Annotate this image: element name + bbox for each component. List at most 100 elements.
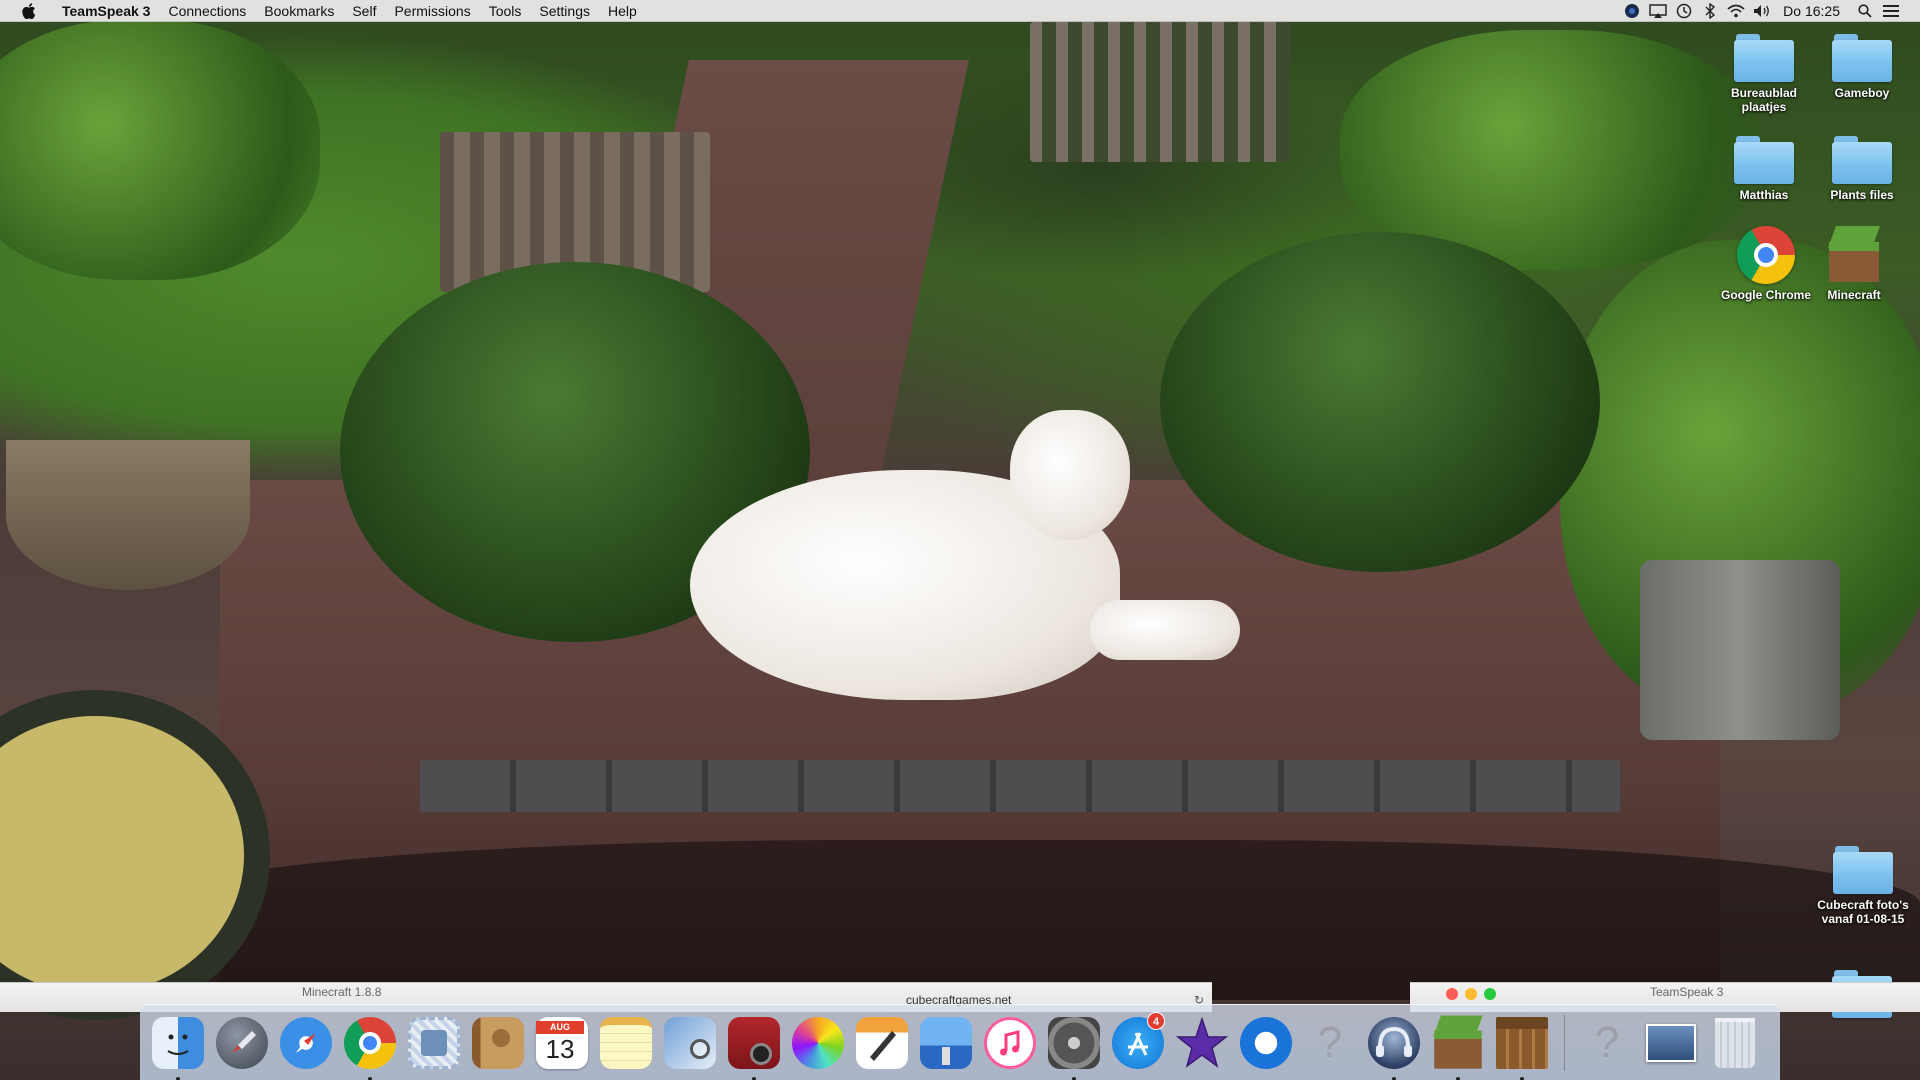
preview-photos-icon <box>664 1016 716 1069</box>
time-machine-icon[interactable] <box>1671 0 1697 22</box>
airplay-icon[interactable] <box>1645 0 1671 22</box>
dock-photos[interactable] <box>789 1014 847 1072</box>
dock-unknown-item[interactable]: ? <box>1578 1014 1636 1072</box>
minecraft-grass-block-icon <box>1430 1014 1485 1070</box>
menu-permissions[interactable]: Permissions <box>385 0 479 22</box>
foreground-shadow <box>150 840 1920 1000</box>
gear-icon <box>1048 1016 1100 1069</box>
dock-launchpad[interactable] <box>213 1014 271 1072</box>
itunes-note-icon <box>984 1016 1036 1069</box>
dock-itunes[interactable] <box>981 1014 1039 1072</box>
menu-clock[interactable]: Do 16:25 <box>1775 3 1852 19</box>
dock-imovie[interactable] <box>1173 1014 1231 1072</box>
desktop-icon-label: Cubecraft foto's vanaf 01-08-15 <box>1817 898 1909 926</box>
cobble-row <box>420 760 1620 812</box>
dock-safari[interactable] <box>277 1014 335 1072</box>
dock-preview[interactable] <box>661 1014 719 1072</box>
chrome-icon <box>1737 226 1795 284</box>
menu-tools[interactable]: Tools <box>480 0 531 22</box>
desktop-folder-cubecraft-fotos[interactable]: Cubecraft foto's vanaf 01-08-15 <box>1808 846 1918 926</box>
minecraft-grass-block-icon <box>1825 226 1883 284</box>
desktop-wallpaper <box>0 0 1920 1080</box>
trash-icon <box>1715 1017 1755 1068</box>
question-mark-icon: ? <box>1594 1017 1620 1067</box>
flower-pot <box>6 440 250 590</box>
desktop-icon-label: Minecraft <box>1827 288 1881 302</box>
wifi-icon[interactable] <box>1723 0 1749 22</box>
dock-minecraft-launcher[interactable] <box>1493 1014 1551 1080</box>
white-dog-head <box>1010 410 1130 540</box>
dock-google-chrome[interactable] <box>341 1014 399 1080</box>
dock-calendar[interactable]: AUG 13 <box>533 1014 591 1072</box>
teamspeak-window-title: TeamSpeak 3 <box>1650 985 1724 999</box>
apple-menu-icon[interactable] <box>20 2 38 20</box>
photo-booth-icon <box>728 1016 780 1069</box>
dock-minecraft[interactable] <box>1429 1014 1487 1080</box>
dock-unknown-app[interactable]: ? <box>1301 1014 1359 1072</box>
imovie-star-icon <box>1175 1016 1229 1069</box>
desktop-folder-gameboy[interactable]: Gameboy <box>1810 34 1914 100</box>
desktop-app-minecraft[interactable]: Minecraft <box>1802 226 1906 302</box>
menu-bookmarks[interactable]: Bookmarks <box>255 0 343 22</box>
dock-photo-booth[interactable] <box>725 1014 783 1080</box>
photos-flower-icon <box>792 1016 844 1069</box>
dock-notes[interactable] <box>597 1014 655 1072</box>
menu-connections[interactable]: Connections <box>159 0 255 22</box>
desktop-icon-label: Gameboy <box>1834 86 1890 100</box>
question-mark-icon: ? <box>1317 1017 1343 1067</box>
calendar-icon: AUG 13 <box>536 1016 588 1069</box>
desktop-folder-bureaublad-plaatjes[interactable]: Bureaublad plaatjes <box>1712 34 1816 114</box>
desktop-icon-label: Bureaublad plaatjes <box>1730 86 1797 114</box>
desktop-folder-matthias[interactable]: Matthias <box>1712 136 1816 202</box>
menu-help[interactable]: Help <box>599 0 646 22</box>
dock-trash[interactable] <box>1706 1014 1764 1072</box>
close-window-icon[interactable] <box>1446 988 1458 1000</box>
dock-system-preferences[interactable] <box>1045 1014 1103 1080</box>
notes-icon <box>600 1016 652 1069</box>
dock-contacts[interactable] <box>469 1014 527 1072</box>
dock-pages[interactable] <box>853 1014 911 1072</box>
teamspeak-status-icon[interactable] <box>1619 0 1645 22</box>
dock-finder[interactable] <box>149 1014 207 1080</box>
contacts-book-icon <box>472 1016 524 1069</box>
teamspeak-headset-icon <box>1368 1016 1420 1069</box>
dock-teamspeak[interactable] <box>1365 1014 1423 1080</box>
dock-separator <box>1564 1014 1565 1071</box>
chrome-icon <box>344 1016 396 1069</box>
mail-stamp-icon <box>408 1016 460 1069</box>
screenshot-stack-icon <box>1646 1023 1696 1062</box>
bluetooth-icon[interactable] <box>1697 0 1723 22</box>
dock-mail[interactable] <box>405 1014 463 1072</box>
status-area: Do 16:25 <box>1619 0 1920 22</box>
dock-keynote[interactable] <box>917 1014 975 1072</box>
dock-desktop-stack[interactable] <box>1642 1014 1700 1072</box>
desktop-icon-label: Matthias <box>1739 188 1789 202</box>
desktop-folder-plants-files[interactable]: Plants files <box>1810 136 1914 202</box>
app-store-badge: 4 <box>1147 1011 1165 1030</box>
menu-app-name[interactable]: TeamSpeak 3 <box>50 0 159 22</box>
spotlight-search-icon[interactable] <box>1852 0 1878 22</box>
folder-icon <box>1832 136 1892 184</box>
dock-app-store[interactable]: 4 <box>1109 1011 1167 1072</box>
folder-icon <box>1832 34 1892 82</box>
right-boxwood <box>1160 232 1600 572</box>
dock-quicktime[interactable] <box>1237 1014 1295 1072</box>
desktop-icon-label: Plants files <box>1830 188 1894 202</box>
volume-icon[interactable] <box>1749 0 1775 22</box>
minimize-window-icon[interactable] <box>1465 988 1477 1000</box>
menu-bar: TeamSpeak 3 Connections Bookmarks Self P… <box>0 0 1920 22</box>
folder-icon <box>1734 34 1794 82</box>
launchpad-rocket-icon <box>216 1016 268 1069</box>
calendar-month: AUG <box>536 1020 584 1034</box>
calendar-day: 13 <box>545 1033 575 1064</box>
zoom-window-icon[interactable] <box>1484 988 1496 1000</box>
menu-self[interactable]: Self <box>343 0 385 22</box>
safari-compass-icon <box>280 1016 332 1069</box>
folder-icon <box>1833 846 1893 894</box>
keynote-podium-icon <box>920 1016 972 1069</box>
crafting-table-icon <box>1496 1016 1548 1069</box>
left-plants <box>0 20 320 280</box>
notification-center-icon[interactable] <box>1878 0 1904 22</box>
menu-settings[interactable]: Settings <box>530 0 599 22</box>
finder-icon <box>152 1016 204 1069</box>
